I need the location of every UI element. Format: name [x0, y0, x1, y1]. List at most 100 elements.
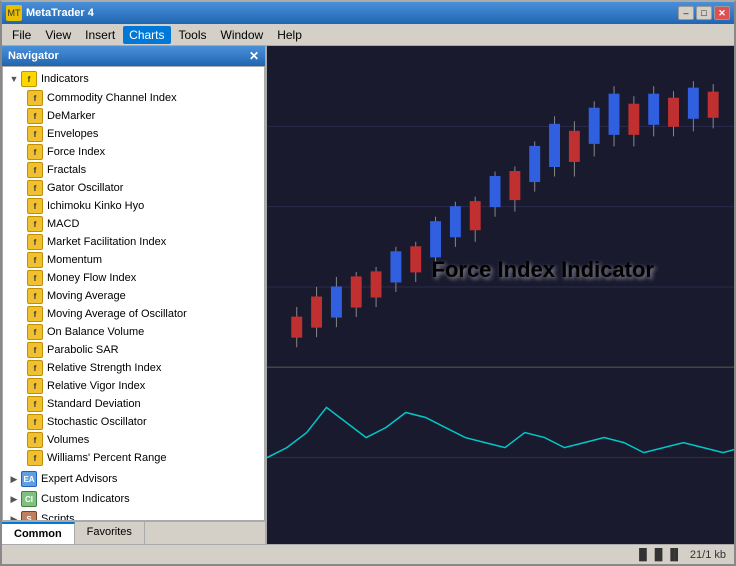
list-item[interactable]: f Money Flow Index	[3, 269, 264, 287]
list-item[interactable]: f Volumes	[3, 431, 264, 449]
title-bar: MT MetaTrader 4 – □ ✕	[2, 2, 734, 24]
indicator-icon: f	[27, 270, 43, 286]
tab-common[interactable]: Common	[2, 522, 75, 544]
indicator-icon: f	[27, 234, 43, 250]
indicator-icon: f	[27, 180, 43, 196]
expert-advisors-expand-icon: ▶	[7, 472, 21, 486]
list-item[interactable]: f Moving Average	[3, 287, 264, 305]
menu-file[interactable]: File	[6, 26, 37, 44]
list-item[interactable]: f MACD	[3, 215, 264, 233]
chart-svg	[267, 46, 734, 544]
expert-advisors-header[interactable]: ▶ EA Expert Advisors	[3, 469, 264, 489]
list-item[interactable]: f Momentum	[3, 251, 264, 269]
menu-view[interactable]: View	[39, 26, 77, 44]
item-label: Gator Oscillator	[47, 182, 123, 194]
item-label: Momentum	[47, 254, 102, 266]
close-button[interactable]: ✕	[714, 6, 730, 20]
list-item[interactable]: f Fractals	[3, 161, 264, 179]
navigator-close-button[interactable]: ✕	[249, 49, 259, 63]
item-label: MACD	[47, 218, 79, 230]
menu-window[interactable]: Window	[215, 26, 270, 44]
item-label: Stochastic Oscillator	[47, 416, 147, 428]
indicator-icon: f	[27, 360, 43, 376]
indicator-icon: f	[27, 108, 43, 124]
menu-insert[interactable]: Insert	[79, 26, 121, 44]
indicator-icon: f	[27, 378, 43, 394]
item-label: Standard Deviation	[47, 398, 141, 410]
indicators-label: Indicators	[41, 73, 89, 85]
indicator-icon: f	[27, 432, 43, 448]
item-label: Moving Average	[47, 290, 126, 302]
window-title: MetaTrader 4	[26, 7, 94, 19]
list-item[interactable]: f Envelopes	[3, 125, 264, 143]
item-label: Fractals	[47, 164, 86, 176]
list-item[interactable]: f Ichimoku Kinko Hyo	[3, 197, 264, 215]
indicator-icon: f	[27, 414, 43, 430]
list-item[interactable]: f Market Facilitation Index	[3, 233, 264, 251]
item-label: Envelopes	[47, 128, 98, 140]
indicator-icon: f	[27, 144, 43, 160]
list-item[interactable]: f Williams' Percent Range	[3, 449, 264, 467]
custom-indicators-header[interactable]: ▶ CI Custom Indicators	[3, 489, 264, 509]
item-label: DeMarker	[47, 110, 95, 122]
item-label: On Balance Volume	[47, 326, 144, 338]
item-label: Williams' Percent Range	[47, 452, 166, 464]
indicator-icon: f	[27, 288, 43, 304]
indicator-icon: f	[27, 90, 43, 106]
indicator-icon: f	[27, 216, 43, 232]
item-label: Relative Vigor Index	[47, 380, 145, 392]
indicator-icon: f	[27, 450, 43, 466]
tab-favorites[interactable]: Favorites	[75, 522, 145, 544]
indicator-icon: f	[27, 252, 43, 268]
list-item[interactable]: f Moving Average of Oscillator	[3, 305, 264, 323]
item-label: Relative Strength Index	[47, 362, 161, 374]
navigator-tree[interactable]: ▼ f Indicators f Commodity Channel Index…	[2, 66, 265, 521]
list-item[interactable]: f Relative Vigor Index	[3, 377, 264, 395]
maximize-button[interactable]: □	[696, 6, 712, 20]
menu-tools[interactable]: Tools	[173, 26, 213, 44]
item-label: Money Flow Index	[47, 272, 136, 284]
list-item[interactable]: f Standard Deviation	[3, 395, 264, 413]
status-bar: ▐▌▐▌▐▌ 21/1 kb	[2, 544, 734, 564]
list-item[interactable]: f On Balance Volume	[3, 323, 264, 341]
navigator-title: Navigator	[8, 50, 59, 62]
item-label: Parabolic SAR	[47, 344, 119, 356]
indicator-icon: f	[27, 396, 43, 412]
scripts-expand-icon: ▶	[7, 512, 21, 521]
indicator-icon: f	[27, 324, 43, 340]
navigator-header: Navigator ✕	[2, 46, 265, 66]
list-item[interactable]: f Commodity Channel Index	[3, 89, 264, 107]
window-controls: – □ ✕	[678, 6, 730, 20]
main-content: Navigator ✕ ▼ f Indicators f Commodity C…	[2, 46, 734, 544]
list-item[interactable]: f Gator Oscillator	[3, 179, 264, 197]
expert-advisors-folder-icon: EA	[21, 471, 37, 487]
item-label: Commodity Channel Index	[47, 92, 177, 104]
indicators-header[interactable]: ▼ f Indicators	[3, 69, 264, 89]
custom-indicators-label: Custom Indicators	[41, 493, 130, 505]
scripts-label: Scripts	[41, 513, 75, 521]
item-label: Market Facilitation Index	[47, 236, 166, 248]
indicator-icon: f	[27, 126, 43, 142]
navigator-panel: Navigator ✕ ▼ f Indicators f Commodity C…	[2, 46, 267, 544]
menu-bar: File View Insert Charts Tools Window Hel…	[2, 24, 734, 46]
app-icon-label: MT	[8, 8, 21, 18]
item-label: Ichimoku Kinko Hyo	[47, 200, 144, 212]
list-item[interactable]: f Force Index	[3, 143, 264, 161]
scripts-header[interactable]: ▶ S Scripts	[3, 509, 264, 521]
menu-help[interactable]: Help	[271, 26, 308, 44]
scripts-folder-icon: S	[21, 511, 37, 521]
navigator-tabs: Common Favorites	[2, 521, 265, 544]
list-item[interactable]: f Parabolic SAR	[3, 341, 264, 359]
menu-charts[interactable]: Charts	[123, 26, 170, 44]
list-item[interactable]: f Relative Strength Index	[3, 359, 264, 377]
app-icon: MT	[6, 5, 22, 21]
list-item[interactable]: f Stochastic Oscillator	[3, 413, 264, 431]
status-info: 21/1 kb	[690, 549, 726, 561]
chart-area: Force Index Indicator	[267, 46, 734, 544]
item-label: Volumes	[47, 434, 89, 446]
expert-advisors-label: Expert Advisors	[41, 473, 117, 485]
item-label: Force Index	[47, 146, 105, 158]
indicator-icon: f	[27, 306, 43, 322]
list-item[interactable]: f DeMarker	[3, 107, 264, 125]
minimize-button[interactable]: –	[678, 6, 694, 20]
